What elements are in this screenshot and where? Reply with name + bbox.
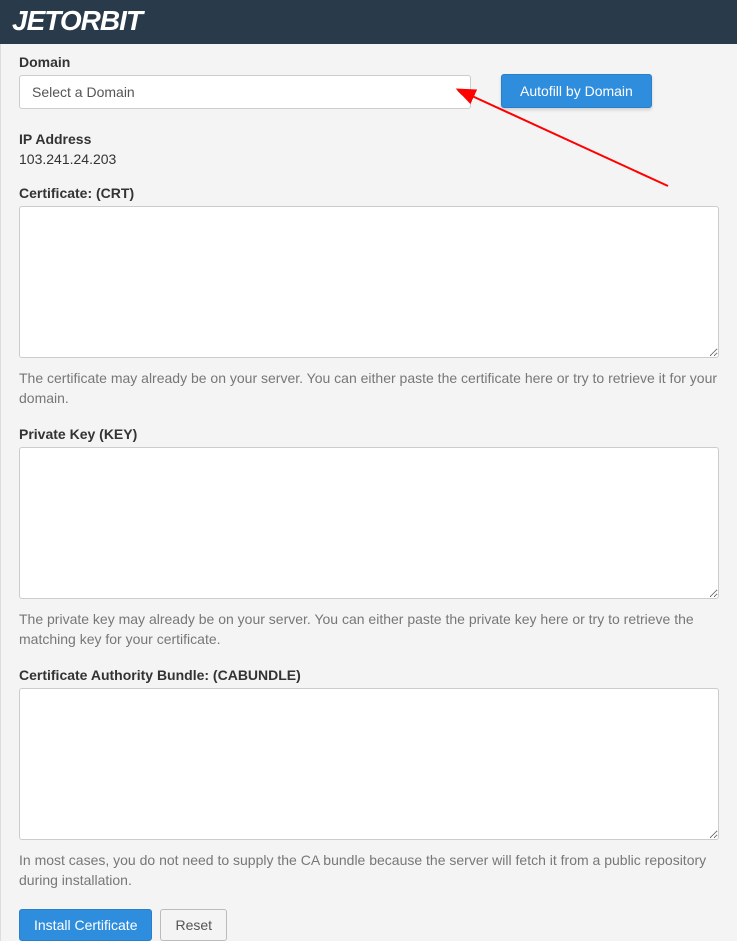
certificate-help-text: The certificate may already be on your s… bbox=[19, 369, 719, 408]
autofill-by-domain-button[interactable]: Autofill by Domain bbox=[501, 74, 652, 108]
cabundle-textarea[interactable] bbox=[19, 688, 719, 840]
reset-button[interactable]: Reset bbox=[160, 909, 227, 941]
header-bar: JETORBIT bbox=[0, 0, 737, 44]
private-key-help-text: The private key may already be on your s… bbox=[19, 610, 719, 649]
ip-address-label: IP Address bbox=[19, 131, 719, 147]
private-key-textarea[interactable] bbox=[19, 447, 719, 599]
cabundle-label: Certificate Authority Bundle: (CABUNDLE) bbox=[19, 667, 719, 683]
svg-text:JETORBIT: JETORBIT bbox=[12, 6, 146, 36]
main-content: Domain Select a Domain Autofill by Domai… bbox=[0, 44, 737, 941]
cabundle-help-text: In most cases, you do not need to supply… bbox=[19, 851, 719, 890]
domain-select[interactable]: Select a Domain bbox=[19, 75, 471, 109]
domain-label: Domain bbox=[19, 54, 719, 70]
logo: JETORBIT bbox=[12, 6, 202, 38]
install-certificate-button[interactable]: Install Certificate bbox=[19, 909, 152, 941]
private-key-label: Private Key (KEY) bbox=[19, 426, 719, 442]
ip-address-value: 103.241.24.203 bbox=[19, 151, 719, 167]
certificate-label: Certificate: (CRT) bbox=[19, 185, 719, 201]
certificate-textarea[interactable] bbox=[19, 206, 719, 358]
logo-icon: JETORBIT bbox=[12, 6, 202, 38]
